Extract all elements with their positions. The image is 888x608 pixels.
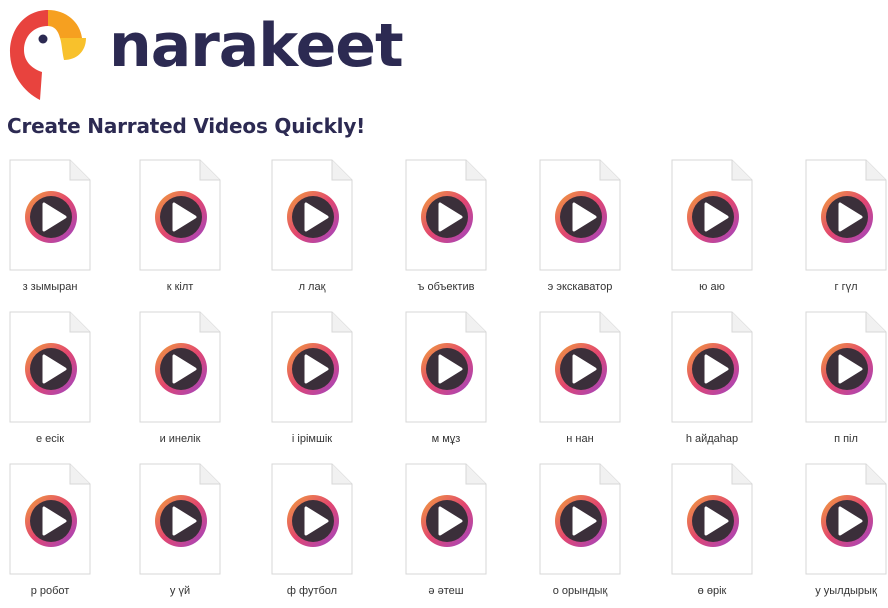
file-name: е есік <box>35 433 65 445</box>
header: narakeet Create Narrated Videos Quickly! <box>0 0 888 150</box>
brand-name: narakeet <box>109 11 404 81</box>
file-item[interactable]: л лақ <box>252 154 372 304</box>
play-icon <box>555 191 607 243</box>
file-name: у үй <box>169 585 191 597</box>
file-name: о орындық <box>552 585 608 597</box>
document-icon <box>405 311 487 423</box>
play-icon <box>687 495 739 547</box>
file-item[interactable]: г гүл <box>786 154 888 304</box>
play-icon <box>821 343 873 395</box>
play-icon <box>287 343 339 395</box>
file-item[interactable]: ф футбол <box>252 458 372 608</box>
file-item[interactable]: ъ объектив <box>386 154 506 304</box>
file-name: ө өрік <box>697 585 727 597</box>
document-icon <box>9 159 91 271</box>
file-name: н нан <box>566 433 594 445</box>
play-icon <box>687 191 739 243</box>
document-icon <box>539 311 621 423</box>
file-item[interactable]: и инелік <box>120 306 240 456</box>
play-icon <box>25 343 77 395</box>
document-icon <box>271 159 353 271</box>
document-icon <box>271 463 353 575</box>
file-item[interactable]: п піл <box>786 306 888 456</box>
play-icon <box>821 495 873 547</box>
file-name: һ айдаһар <box>685 433 739 445</box>
play-icon <box>421 191 473 243</box>
play-icon <box>287 191 339 243</box>
play-icon <box>555 495 607 547</box>
play-icon <box>555 343 607 395</box>
file-name: г гүл <box>834 281 858 293</box>
file-grid: з зымыран к кілт л лақ ъ объектив э экскават… <box>0 154 888 605</box>
file-item[interactable]: э экскаватор <box>520 154 640 304</box>
play-icon <box>155 343 207 395</box>
document-icon <box>805 159 887 271</box>
document-icon <box>405 463 487 575</box>
document-icon <box>139 159 221 271</box>
file-name: ю аю <box>699 281 725 293</box>
file-item[interactable]: р робот <box>0 458 110 608</box>
document-icon <box>139 311 221 423</box>
file-item[interactable]: і ірімшік <box>252 306 372 456</box>
narakeet-parrot-logo-icon <box>10 10 86 100</box>
file-name: у уылдырық <box>815 585 877 597</box>
file-name: ъ объектив <box>417 281 475 293</box>
file-item[interactable]: е есік <box>0 306 110 456</box>
file-name: ә әтеш <box>428 585 464 597</box>
file-item[interactable]: у үй <box>120 458 240 608</box>
document-icon <box>671 159 753 271</box>
document-icon <box>9 463 91 575</box>
document-icon <box>405 159 487 271</box>
document-icon <box>539 159 621 271</box>
file-name: р робот <box>30 585 70 597</box>
file-name: и инелік <box>159 433 201 445</box>
file-name: к кілт <box>166 281 194 293</box>
file-name: п піл <box>834 433 858 445</box>
document-icon <box>139 463 221 575</box>
play-icon <box>821 191 873 243</box>
file-name: і ірімшік <box>291 433 333 445</box>
play-icon <box>687 343 739 395</box>
play-icon <box>287 495 339 547</box>
document-icon <box>271 311 353 423</box>
play-icon <box>421 495 473 547</box>
play-icon <box>25 191 77 243</box>
document-icon <box>9 311 91 423</box>
tagline: Create Narrated Videos Quickly! <box>7 114 366 138</box>
document-icon <box>671 463 753 575</box>
file-item[interactable]: к кілт <box>120 154 240 304</box>
play-icon <box>25 495 77 547</box>
file-item[interactable]: у уылдырық <box>786 458 888 608</box>
document-icon <box>539 463 621 575</box>
file-item[interactable]: ю аю <box>652 154 772 304</box>
file-item[interactable]: ө өрік <box>652 458 772 608</box>
file-name: з зымыран <box>22 281 78 293</box>
file-item[interactable]: з зымыран <box>0 154 110 304</box>
file-item[interactable]: һ айдаһар <box>652 306 772 456</box>
file-item[interactable]: о орындық <box>520 458 640 608</box>
file-name: м мұз <box>431 433 461 445</box>
file-name: э экскаватор <box>547 281 613 293</box>
file-name: л лақ <box>298 281 326 293</box>
document-icon <box>671 311 753 423</box>
play-icon <box>155 191 207 243</box>
file-name: ф футбол <box>286 585 338 597</box>
play-icon <box>155 495 207 547</box>
play-icon <box>421 343 473 395</box>
document-icon <box>805 463 887 575</box>
file-item[interactable]: м мұз <box>386 306 506 456</box>
file-item[interactable]: н нан <box>520 306 640 456</box>
document-icon <box>805 311 887 423</box>
file-item[interactable]: ә әтеш <box>386 458 506 608</box>
